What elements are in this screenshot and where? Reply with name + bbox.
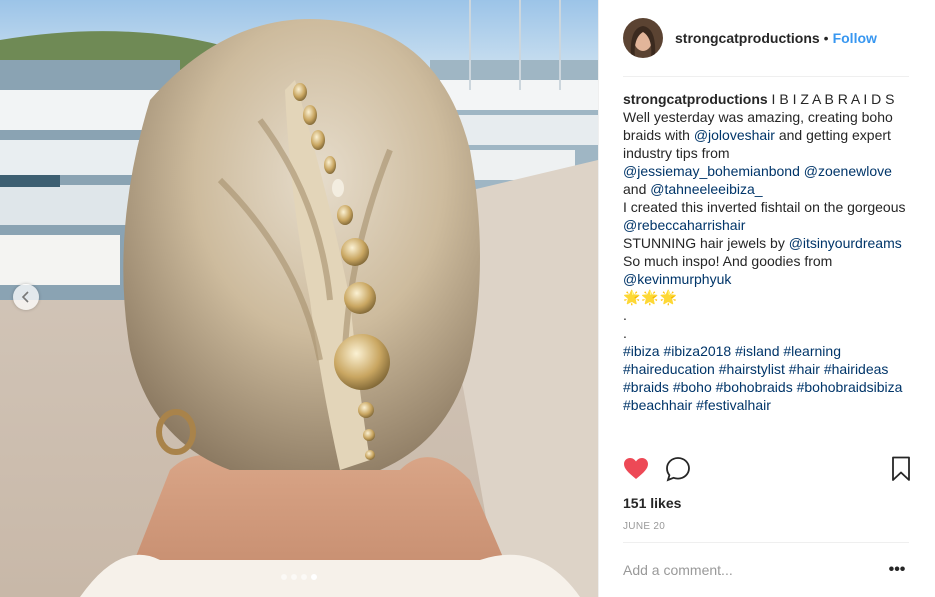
hashtag-link[interactable]: #ibiza2018: [663, 343, 731, 359]
star-emojis: 🌟🌟🌟: [623, 289, 679, 305]
hashtag-link[interactable]: #ibiza: [623, 343, 660, 359]
mention-link[interactable]: @joloveshair: [694, 127, 775, 143]
post-header: strongcatproductions • Follow: [599, 0, 935, 76]
caption: strongcatproductions I B I Z A B R A I D…: [599, 77, 935, 450]
heart-icon: [624, 458, 648, 479]
hashtag-link[interactable]: #beachhair: [623, 397, 692, 413]
carousel-dot: [281, 574, 287, 580]
hashtag-link[interactable]: #hairstylist: [719, 361, 785, 377]
avatar[interactable]: [623, 18, 663, 58]
likes-count[interactable]: 151 likes: [599, 495, 935, 511]
hashtag-link[interactable]: #bohobraidsibiza: [797, 379, 903, 395]
save-button[interactable]: [891, 456, 911, 482]
post-date[interactable]: JUNE 20: [599, 521, 935, 532]
caption-segment: STUNNING hair jewels by: [623, 235, 789, 251]
carousel-dot-active: [311, 574, 317, 580]
comment-button[interactable]: [665, 456, 691, 482]
caption-segment: and: [623, 181, 651, 197]
caption-text: strongcatproductions I B I Z A B R A I D…: [623, 90, 909, 414]
caption-username[interactable]: strongcatproductions: [623, 91, 768, 107]
mention-link[interactable]: @jessiemay_bohemianbond: [623, 163, 800, 179]
hashtag-link[interactable]: #haireducation: [623, 361, 715, 377]
comment-input[interactable]: [623, 562, 885, 578]
hashtag-link[interactable]: #braids: [623, 379, 669, 395]
caption-segment: I created this inverted fishtail on the …: [623, 199, 906, 215]
hashtag-link[interactable]: #island: [735, 343, 779, 359]
comment-form: •••: [623, 542, 909, 597]
caption-title: I B I Z A B R A I D S: [767, 91, 895, 107]
instagram-post: strongcatproductions • Follow strongcatp…: [0, 0, 935, 597]
caption-dot: .: [623, 325, 627, 341]
hashtag-link[interactable]: #festivalhair: [696, 397, 771, 413]
carousel-dot: [291, 574, 297, 580]
hashtag-link[interactable]: #hairideas: [824, 361, 889, 377]
post-photo[interactable]: [0, 0, 598, 597]
header-username[interactable]: strongcatproductions: [675, 30, 820, 46]
avatar-image: [623, 18, 663, 58]
carousel-indicator: [281, 574, 317, 580]
mention-link[interactable]: @tahneeleeibiza_: [650, 181, 762, 197]
mention-link[interactable]: @kevinmurphyuk: [623, 271, 731, 287]
hashtag-link[interactable]: #bohobraids: [716, 379, 793, 395]
prev-chevron-icon: [21, 291, 29, 303]
caption-dot: .: [623, 307, 627, 323]
carousel-prev-button[interactable]: [13, 284, 39, 310]
comment-icon: [666, 457, 690, 482]
hashtag-link[interactable]: #learning: [783, 343, 841, 359]
action-bar: [599, 450, 935, 488]
mention-link[interactable]: @zoenewlove: [804, 163, 892, 179]
post-details-panel: strongcatproductions • Follow strongcatp…: [598, 0, 935, 597]
mention-link[interactable]: @itsinyourdreams: [789, 235, 902, 251]
mention-link[interactable]: @rebeccaharrishair: [623, 217, 745, 233]
follow-button[interactable]: Follow: [833, 30, 877, 46]
more-options-button[interactable]: •••: [885, 561, 909, 579]
bookmark-icon: [892, 456, 910, 481]
like-button[interactable]: [623, 457, 649, 481]
header-separator: •: [823, 30, 829, 46]
carousel-dot: [301, 574, 307, 580]
braided-hair-photo: [0, 0, 598, 597]
hashtag-list: #ibiza #ibiza2018 #island #learning #hai…: [623, 343, 902, 413]
caption-segment: So much inspo! And goodies from: [623, 253, 833, 269]
hashtag-link[interactable]: #hair: [789, 361, 820, 377]
hashtag-link[interactable]: #boho: [673, 379, 712, 395]
